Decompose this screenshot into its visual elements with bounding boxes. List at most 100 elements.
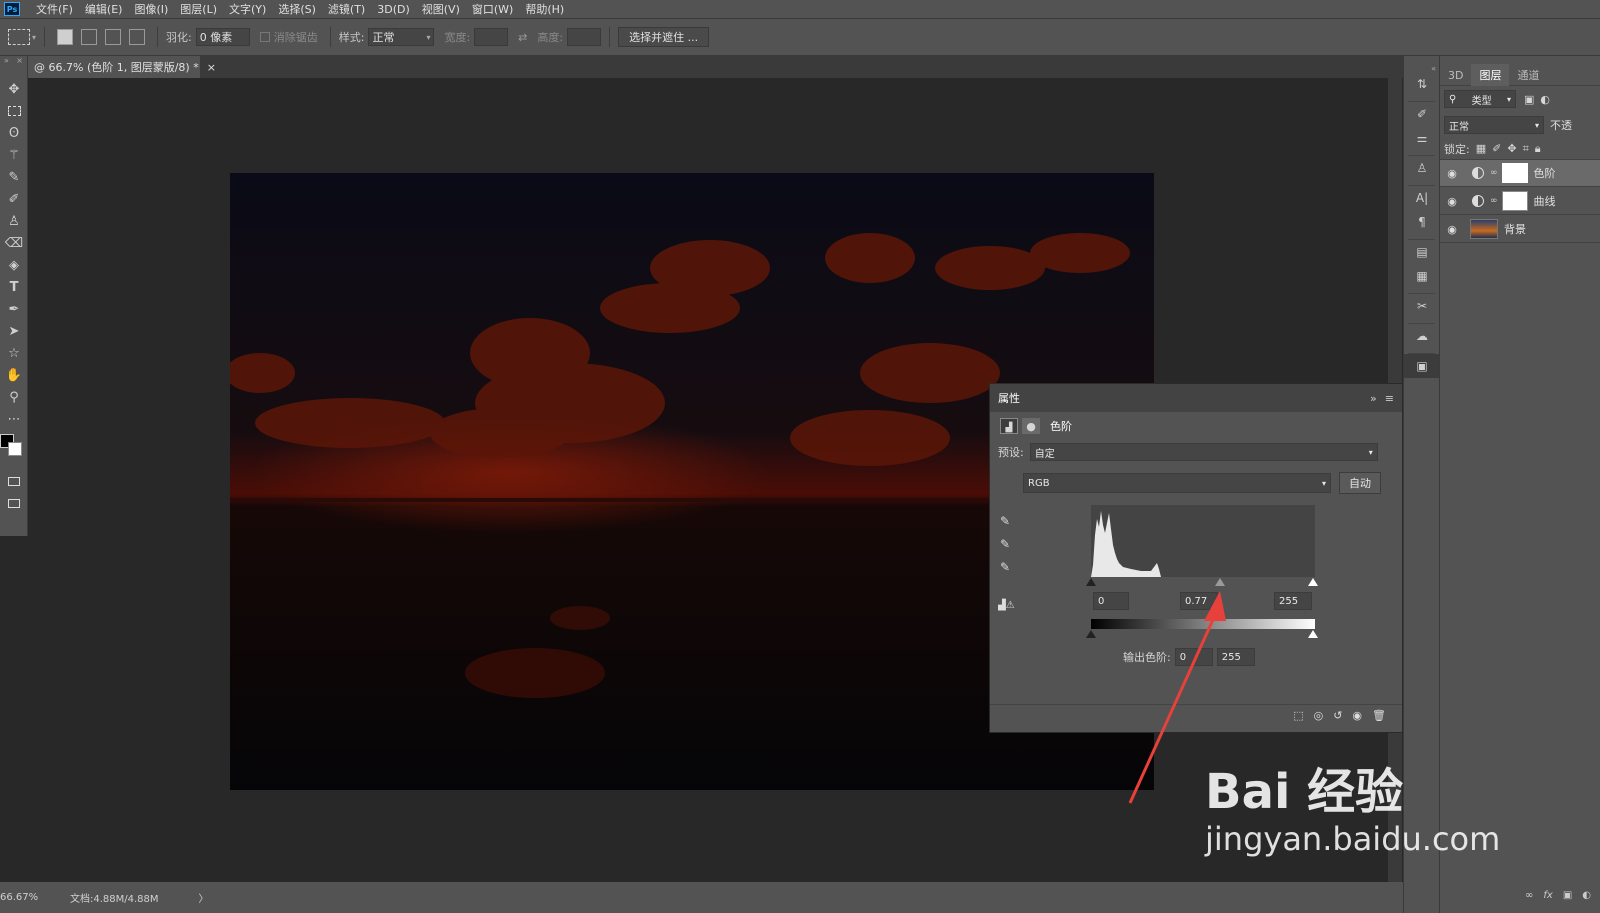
eraser-tool-icon[interactable]: ⌫ <box>0 232 28 254</box>
lasso-tool-icon[interactable]: ʘ <box>0 122 28 144</box>
layer-row-background[interactable]: ◉ 背景 <box>1440 216 1600 243</box>
white-input-handle[interactable] <box>1308 578 1318 586</box>
channel-select[interactable]: RGB ▾ <box>1023 473 1331 493</box>
menu-select[interactable]: 选择(S) <box>272 1 322 17</box>
visibility-icon[interactable]: ◉ <box>1352 709 1362 722</box>
black-point-eyedropper-icon[interactable]: ✎ <box>1000 510 1010 533</box>
blend-mode-select[interactable]: 正常 ▾ <box>1444 116 1544 134</box>
eyedropper-tool-icon[interactable]: ✎ <box>0 166 28 188</box>
lock-all-icon[interactable]: 🔒︎ <box>1535 142 1541 156</box>
delete-icon[interactable]: 🗑︎ <box>1372 709 1386 722</box>
photoshop-logo-icon[interactable]: Ps <box>4 2 20 16</box>
height-input[interactable] <box>567 28 602 46</box>
zoom-level[interactable]: 66.67% <box>0 892 60 903</box>
menu-window[interactable]: 窗口(W) <box>466 1 519 17</box>
type-tool-icon[interactable]: T <box>0 276 28 298</box>
white-output-handle[interactable] <box>1308 630 1318 638</box>
move-tool-icon[interactable]: ✥ <box>0 78 28 100</box>
swap-icon[interactable]: ⇄ <box>518 31 527 44</box>
tab-3d[interactable]: 3D <box>1440 64 1471 86</box>
eye-icon[interactable]: ◉ <box>1440 167 1464 180</box>
zoom-tool-icon[interactable]: ⚲ <box>0 386 28 408</box>
link-icon[interactable]: ∞ <box>1490 196 1498 206</box>
style-select[interactable]: 正常 ▾ <box>368 28 435 46</box>
menu-layer[interactable]: 图层(L) <box>174 1 223 17</box>
lock-transparent-icon[interactable]: ▦ <box>1476 142 1486 155</box>
subtract-selection-icon[interactable] <box>105 29 122 45</box>
marquee-tool-icon[interactable] <box>0 100 28 122</box>
menu-edit[interactable]: 编辑(E) <box>79 1 129 17</box>
lock-artboard-icon[interactable]: ⌗ <box>1523 142 1529 156</box>
close-icon[interactable]: × <box>16 56 23 78</box>
layer-filter-select[interactable]: ⚲ 类型 ▾ <box>1444 90 1516 108</box>
path-selection-tool-icon[interactable]: ➤ <box>0 320 28 342</box>
input-white-field[interactable]: 255 <box>1274 592 1312 610</box>
layer-mask-thumbnail[interactable] <box>1501 191 1528 211</box>
fx-icon[interactable]: fx <box>1543 890 1552 901</box>
paragraph-icon[interactable]: ¶ <box>1404 210 1440 234</box>
adjustments-icon[interactable]: ⚌ <box>1404 126 1440 150</box>
stamp-tool-icon[interactable]: ♙ <box>0 210 28 232</box>
menu-help[interactable]: 帮助(H) <box>519 1 570 17</box>
menu-filter[interactable]: 滤镜(T) <box>322 1 371 17</box>
character-icon[interactable]: A| <box>1404 186 1440 210</box>
adjustment-filter-icon[interactable]: ◐ <box>1540 93 1550 106</box>
brush-tool-icon[interactable]: ✐ <box>0 188 28 210</box>
menu-view[interactable]: 视图(V) <box>416 1 466 17</box>
status-menu-arrow[interactable]: 〉 <box>199 890 209 905</box>
levels-icon[interactable]: ▟ <box>1000 418 1018 434</box>
width-input[interactable] <box>474 28 509 46</box>
hand-tool-icon[interactable]: ✋ <box>0 364 28 386</box>
magic-wand-tool-icon[interactable]: ⚚ <box>0 144 28 166</box>
background-color-swatch[interactable] <box>8 442 22 456</box>
history-icon[interactable]: ⇅ <box>1404 72 1440 96</box>
menu-3d[interactable]: 3D(D) <box>371 3 416 16</box>
more-tools-icon[interactable]: ⋯ <box>0 408 28 430</box>
panel-menu-icon[interactable]: ≡ <box>1385 392 1394 405</box>
screen-mode-icon[interactable] <box>0 492 28 514</box>
preset-select[interactable]: 自定 ▾ <box>1029 443 1378 461</box>
close-icon[interactable]: × <box>207 61 216 74</box>
add-selection-icon[interactable] <box>81 29 98 45</box>
white-point-eyedropper-icon[interactable]: ✎ <box>1000 556 1010 579</box>
mask-icon[interactable]: ● <box>1022 418 1040 434</box>
properties-icon[interactable]: ▣ <box>1404 354 1440 378</box>
menu-image[interactable]: 图像(I) <box>128 1 174 17</box>
menu-type[interactable]: 文字(Y) <box>223 1 272 17</box>
document-tab[interactable]: @ 66.7% (色阶 1, 图层蒙版/8) * × <box>28 56 216 78</box>
image-filter-icon[interactable]: ▣ <box>1524 93 1534 106</box>
layer-mask-thumbnail[interactable] <box>1501 163 1528 183</box>
intersect-selection-icon[interactable] <box>129 29 146 45</box>
link-icon[interactable]: ∞ <box>1490 168 1498 178</box>
feather-input[interactable]: 0 像素 <box>195 28 250 46</box>
tool-presets-icon[interactable]: ✂ <box>1404 294 1440 318</box>
link-icon[interactable]: ∞ <box>1525 890 1533 901</box>
clip-to-layer-icon[interactable]: ⬚ <box>1293 709 1303 722</box>
new-selection-icon[interactable] <box>57 29 74 45</box>
eye-icon[interactable]: ◉ <box>1440 195 1464 208</box>
antialias-checkbox[interactable] <box>259 32 270 42</box>
tab-layers[interactable]: 图层 <box>1471 64 1510 86</box>
lock-position-icon[interactable]: ✥ <box>1507 142 1516 155</box>
layer-row-curves[interactable]: ◉ ∞ 曲线 <box>1440 188 1600 215</box>
clone-source-icon[interactable]: ♙ <box>1404 156 1440 180</box>
black-output-handle[interactable] <box>1086 630 1096 638</box>
mask-icon[interactable]: ▣ <box>1563 890 1572 901</box>
shape-tool-icon[interactable]: ☆ <box>0 342 28 364</box>
collapse-icon[interactable]: » <box>1370 392 1377 405</box>
libraries-icon[interactable]: ▤ <box>1404 240 1440 264</box>
brush-settings-icon[interactable]: ✐ <box>1404 102 1440 126</box>
view-previous-icon[interactable]: ◎ <box>1314 709 1324 722</box>
collapse-icon[interactable]: » <box>4 56 9 78</box>
marquee-preset-icon[interactable] <box>8 29 30 45</box>
paint-bucket-tool-icon[interactable]: ◈ <box>0 254 28 276</box>
quick-mask-icon[interactable] <box>0 470 28 492</box>
collapse-icon[interactable]: « <box>1404 64 1439 73</box>
chevron-down-icon[interactable]: ▾ <box>32 33 36 42</box>
pen-tool-icon[interactable]: ✒ <box>0 298 28 320</box>
reset-icon[interactable]: ↺ <box>1333 709 1342 722</box>
menu-file[interactable]: 文件(F) <box>30 1 79 17</box>
creative-cloud-icon[interactable]: ☁ <box>1404 324 1440 348</box>
notes-icon[interactable]: ▦ <box>1404 264 1440 288</box>
lock-paint-icon[interactable]: ✐ <box>1492 142 1501 155</box>
